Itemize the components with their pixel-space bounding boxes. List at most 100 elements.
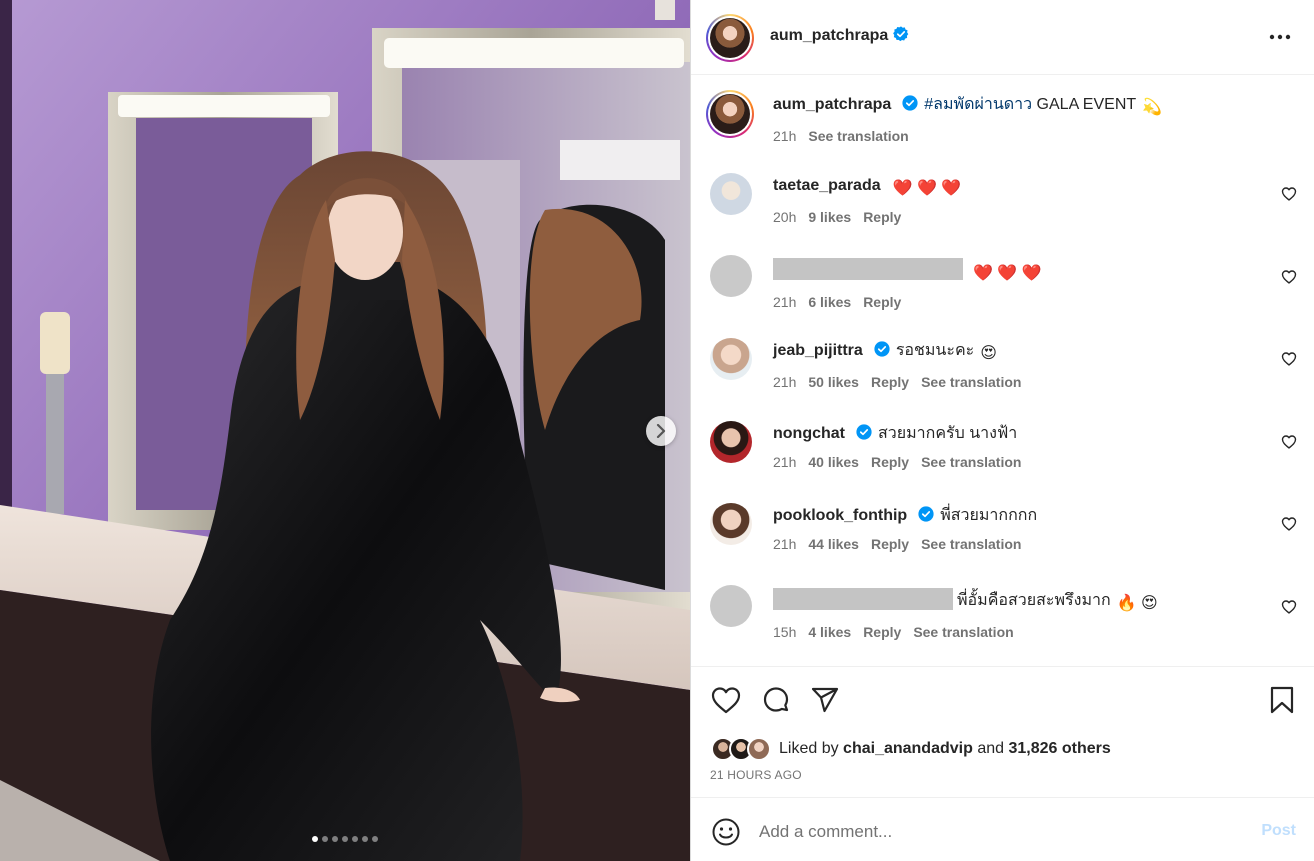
comment-like-icon[interactable] <box>1281 434 1297 450</box>
author-username[interactable]: aum_patchrapa <box>770 27 888 44</box>
comment-text: พี่อั้มคือสวยสะพรึงมาก <box>957 592 1111 609</box>
liker-avatars[interactable] <box>711 736 773 762</box>
comment-emoji: 😍 <box>980 345 997 362</box>
reply-button[interactable]: Reply <box>871 374 909 390</box>
comment-composer: Post <box>691 797 1314 861</box>
comment-text: รอชมนะคะ <box>895 342 975 359</box>
chevron-right-icon <box>656 424 666 438</box>
commenter-avatar[interactable] <box>710 338 752 380</box>
post-photo <box>0 0 690 861</box>
carousel-dot <box>352 836 358 842</box>
carousel-indicator <box>0 836 690 842</box>
save-button[interactable] <box>1266 684 1298 716</box>
liker-username[interactable]: chai_anandadvip <box>843 740 973 757</box>
bookmark-icon <box>1270 686 1294 714</box>
see-translation-link[interactable]: See translation <box>921 374 1021 390</box>
post-comment-button[interactable]: Post <box>1261 822 1296 840</box>
share-icon <box>811 687 839 713</box>
comment-time[interactable]: 21h <box>773 454 796 470</box>
comment-like-icon[interactable] <box>1281 516 1297 532</box>
commenter-avatar[interactable] <box>710 421 752 463</box>
reply-button[interactable]: Reply <box>863 294 901 310</box>
caption-author-avatar[interactable] <box>706 90 754 138</box>
commenter-username[interactable]: pooklook_fonthip <box>773 507 907 524</box>
liker-avatar <box>747 737 771 761</box>
see-translation-link[interactable]: See translation <box>808 128 908 144</box>
verified-badge-icon <box>918 506 934 522</box>
verified-badge-icon <box>856 424 872 440</box>
post-time-ago[interactable]: 21 HOURS AGO <box>710 768 802 782</box>
comment-likes[interactable]: 4 likes <box>808 624 851 640</box>
commenter-avatar[interactable] <box>710 585 752 627</box>
see-translation-link[interactable]: See translation <box>913 624 1013 640</box>
comment-time[interactable]: 21h <box>773 294 796 310</box>
caption-username[interactable]: aum_patchrapa <box>773 96 891 113</box>
commenter-avatar[interactable] <box>710 255 752 297</box>
comment-time[interactable]: 21h <box>773 374 796 390</box>
comment-emoji: ❤️ ❤️ ❤️ <box>892 180 962 197</box>
reply-button[interactable]: Reply <box>871 536 909 552</box>
carousel-dot <box>372 836 378 842</box>
comment-icon <box>763 687 789 712</box>
carousel-dot <box>322 836 328 842</box>
caption-text: GALA EVENT <box>1032 96 1137 113</box>
author-avatar[interactable] <box>706 14 754 62</box>
see-translation-link[interactable]: See translation <box>921 454 1021 470</box>
redacted-username <box>773 588 953 610</box>
carousel-dot <box>362 836 368 842</box>
commenter-avatar[interactable] <box>710 503 752 545</box>
comment-likes[interactable]: 40 likes <box>808 454 859 470</box>
comment-emoji: 🔥 😍 <box>1116 595 1158 612</box>
commenter-avatar[interactable] <box>710 173 752 215</box>
post-actions: Liked by chai_anandadvip and 31,826 othe… <box>691 666 1314 797</box>
comment-input[interactable] <box>759 818 1219 846</box>
heart-icon <box>711 687 741 714</box>
emoji-picker-button[interactable] <box>711 817 741 847</box>
next-image-button[interactable] <box>646 416 676 446</box>
carousel-dot <box>332 836 338 842</box>
comment-time[interactable]: 21h <box>773 536 796 552</box>
more-horizontal-icon <box>1269 34 1291 40</box>
reply-button[interactable]: Reply <box>863 209 901 225</box>
commenter-username[interactable]: taetae_parada <box>773 177 881 194</box>
verified-badge-icon <box>874 341 890 357</box>
verified-badge-icon <box>902 95 918 111</box>
liked-by-row: Liked by chai_anandadvip and 31,826 othe… <box>711 736 1111 762</box>
comment-like-icon[interactable] <box>1281 599 1297 615</box>
carousel-dot <box>342 836 348 842</box>
comment-likes[interactable]: 9 likes <box>808 209 851 225</box>
verified-badge-icon <box>893 26 909 42</box>
reply-button[interactable]: Reply <box>863 624 901 640</box>
like-button[interactable] <box>710 684 742 716</box>
post-header: aum_patchrapa <box>691 0 1314 75</box>
comment-text: พี่สวยมากกกก <box>940 507 1038 524</box>
carousel-dot <box>312 836 318 842</box>
comment-like-icon[interactable] <box>1281 269 1297 285</box>
dizzy-emoji: 💫 <box>1142 99 1163 116</box>
post-side-panel: aum_patchrapa aum_patchrapa #ลมพัดผ่านดาว… <box>691 0 1314 861</box>
more-options-button[interactable] <box>1268 25 1292 49</box>
comment-likes[interactable]: 44 likes <box>808 536 859 552</box>
comment-time[interactable]: 20h <box>773 209 796 225</box>
liked-by-text: Liked by chai_anandadvip and 31,826 othe… <box>779 740 1111 757</box>
share-button[interactable] <box>809 684 841 716</box>
caption-time[interactable]: 21h <box>773 128 796 144</box>
comment-likes[interactable]: 50 likes <box>808 374 859 390</box>
emoji-icon <box>712 818 740 846</box>
comment-like-icon[interactable] <box>1281 351 1297 367</box>
comment-text: สวยมากครับ นางฟ้า <box>878 425 1018 442</box>
redacted-username <box>773 258 963 280</box>
comment-like-icon[interactable] <box>1281 186 1297 202</box>
comments-list[interactable]: aum_patchrapa #ลมพัดผ่านดาว GALA EVENT 💫 2… <box>691 76 1314 666</box>
caption-hashtag[interactable]: #ลมพัดผ่านดาว <box>924 96 1032 113</box>
see-translation-link[interactable]: See translation <box>921 536 1021 552</box>
comment-likes[interactable]: 6 likes <box>808 294 851 310</box>
commenter-username[interactable]: nongchat <box>773 425 845 442</box>
comment-time[interactable]: 15h <box>773 624 796 640</box>
post-media[interactable] <box>0 0 690 861</box>
likes-count[interactable]: 31,826 others <box>1008 740 1110 757</box>
comment-button[interactable] <box>760 684 792 716</box>
commenter-username[interactable]: jeab_pijittra <box>773 342 863 359</box>
reply-button[interactable]: Reply <box>871 454 909 470</box>
comment-emoji: ❤️ ❤️ ❤️ <box>973 265 1042 282</box>
